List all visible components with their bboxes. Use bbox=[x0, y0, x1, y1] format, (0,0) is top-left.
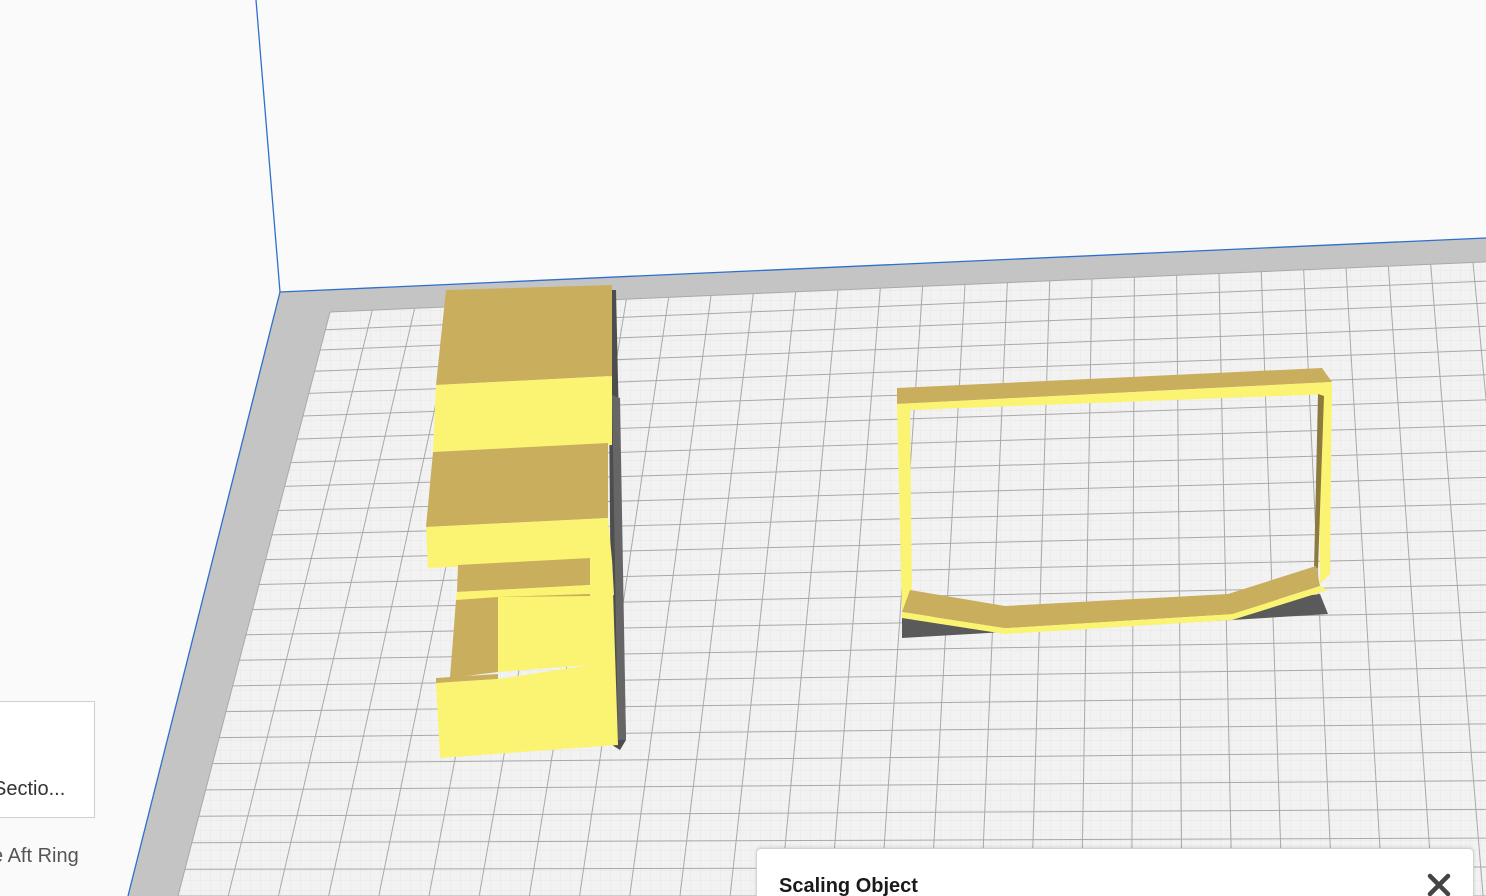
build-plate-scene[interactable] bbox=[0, 0, 1486, 896]
scaling-object-dialog: Scaling Object bbox=[756, 848, 1474, 896]
close-icon[interactable] bbox=[1423, 869, 1455, 896]
object-list-item[interactable]: e Aft Ring bbox=[0, 845, 79, 868]
model-block-left[interactable] bbox=[426, 285, 626, 758]
3d-viewport[interactable]: tl Sectio... e Aft Ring Scaling Object bbox=[0, 0, 1486, 896]
object-list-panel: tl Sectio... bbox=[0, 701, 95, 818]
z-axis-line bbox=[255, 0, 281, 293]
build-plate bbox=[127, 0, 1486, 896]
object-list-item[interactable]: Sectio... bbox=[0, 778, 65, 801]
dialog-title: Scaling Object bbox=[779, 875, 918, 896]
